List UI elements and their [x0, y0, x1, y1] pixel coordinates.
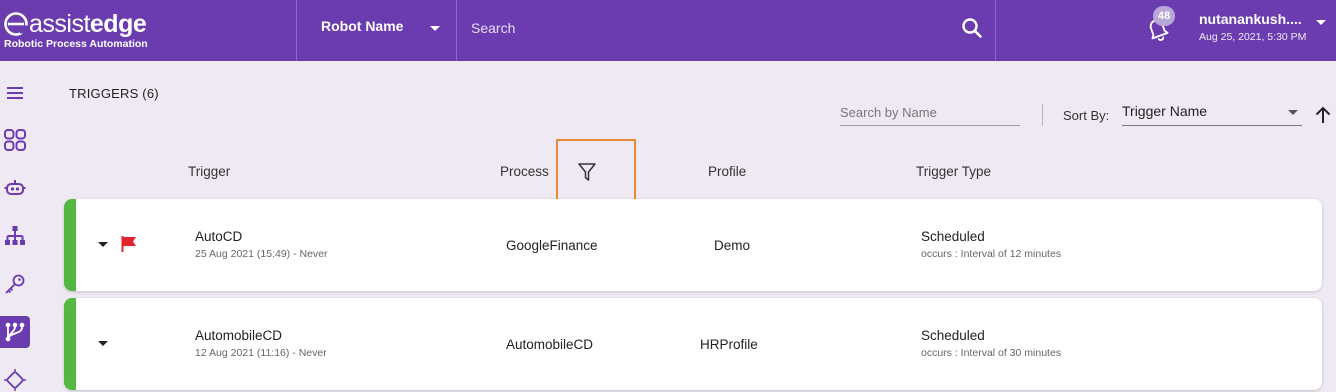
chevron-down-icon	[1316, 20, 1326, 25]
dashboard-icon	[4, 129, 26, 151]
expand-row-button[interactable]	[96, 238, 110, 252]
robot-icon	[4, 180, 26, 195]
chip-icon	[4, 369, 26, 391]
caret-down-icon	[98, 341, 108, 346]
sort-by-label: Sort By:	[1063, 108, 1110, 123]
workflow-icon	[5, 322, 25, 342]
trigger-date: 25 Aug 2021 (15:49) - Never	[195, 248, 328, 260]
user-menu[interactable]: nutanankush.... Aug 25, 2021, 5:30 PM	[1199, 11, 1329, 51]
status-stripe	[64, 298, 76, 390]
sort-by-select[interactable]: Trigger Name	[1122, 100, 1302, 126]
logo[interactable]: assistedge Robotic Process Automation	[3, 8, 163, 54]
trigger-schedule: occurs : Interval of 12 minutes	[921, 248, 1062, 260]
sidebar-item-menu[interactable]	[0, 77, 30, 109]
sidebar	[0, 61, 30, 392]
table-row[interactable]: AutoCD 25 Aug 2021 (15:49) - Never Googl…	[64, 199, 1322, 291]
column-header-trigger-type[interactable]: Trigger Type	[916, 164, 991, 179]
profile-name: Demo	[714, 238, 751, 253]
process-name: AutomobileCD	[506, 337, 594, 352]
filter-icon[interactable]	[576, 161, 598, 183]
trigger-date: 12 Aug 2021 (11:16) - Never	[195, 347, 327, 359]
notification-badge: 48	[1153, 6, 1175, 26]
divider	[1042, 104, 1043, 126]
robot-name-select[interactable]: Robot Name	[296, 0, 456, 61]
caret-down-icon	[98, 242, 108, 247]
user-name: nutanankush....	[1199, 11, 1302, 27]
column-header-process[interactable]: Process	[500, 164, 549, 179]
sidebar-item-processors[interactable]	[0, 364, 30, 392]
expand-row-button[interactable]	[96, 337, 110, 351]
process-name: GoogleFinance	[506, 238, 598, 253]
logo-mark-icon	[4, 12, 28, 36]
page-title: TRIGGERS (6)	[69, 86, 159, 101]
robot-name-label: Robot Name	[321, 18, 404, 34]
logo-text-edge: edge	[89, 10, 147, 38]
sidebar-item-credentials[interactable]	[0, 268, 30, 300]
flag-icon	[121, 236, 136, 252]
user-datetime: Aug 25, 2021, 5:30 PM	[1199, 31, 1307, 43]
chevron-down-icon	[430, 26, 440, 31]
chevron-down-icon	[1288, 110, 1298, 115]
status-stripe	[64, 199, 76, 291]
hierarchy-icon	[5, 226, 25, 245]
table-row[interactable]: AutomobileCD 12 Aug 2021 (11:16) - Never…	[64, 298, 1322, 390]
search-icon[interactable]	[961, 17, 983, 39]
trigger-name: AutomobileCD	[195, 328, 283, 343]
global-search	[457, 0, 995, 61]
arrow-up-icon[interactable]	[1314, 105, 1332, 125]
trigger-type: Scheduled	[921, 328, 985, 343]
logo-text-assist: assist	[29, 10, 90, 38]
logo-subtitle: Robotic Process Automation	[4, 38, 148, 50]
sidebar-item-dashboard[interactable]	[0, 124, 30, 156]
column-header-trigger[interactable]: Trigger	[188, 164, 230, 179]
trigger-schedule: occurs : Interval of 30 minutes	[921, 347, 1062, 359]
profile-name: HRProfile	[700, 337, 758, 352]
column-header-profile[interactable]: Profile	[708, 164, 746, 179]
trigger-type: Scheduled	[921, 229, 985, 244]
sidebar-item-hierarchy[interactable]	[0, 220, 30, 252]
top-bar: assistedge Robotic Process Automation Ro…	[0, 0, 1336, 61]
sort-by-value: Trigger Name	[1122, 103, 1208, 119]
menu-icon	[7, 87, 23, 99]
search-input[interactable]	[471, 17, 951, 39]
divider	[995, 0, 996, 61]
key-icon	[5, 274, 25, 294]
search-by-name-input[interactable]	[840, 100, 1020, 124]
sidebar-item-triggers[interactable]	[0, 316, 30, 348]
trigger-name: AutoCD	[195, 229, 243, 244]
search-by-name	[840, 100, 1020, 126]
sidebar-item-robots[interactable]	[0, 172, 30, 204]
